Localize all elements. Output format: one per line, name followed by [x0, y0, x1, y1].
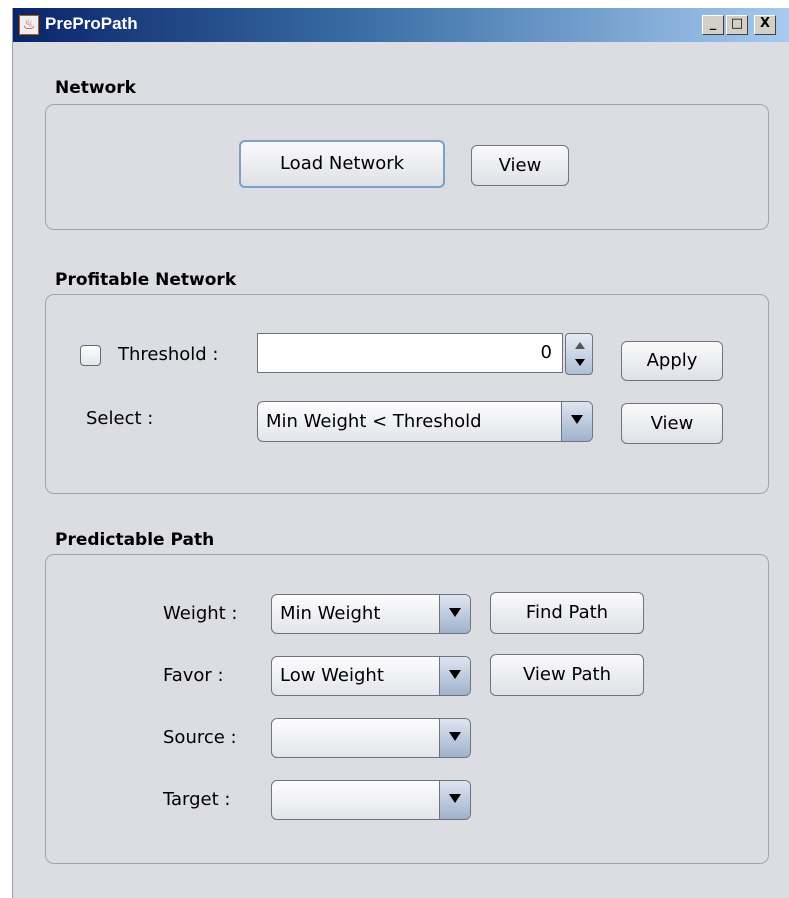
threshold-spinner[interactable] — [565, 333, 593, 375]
threshold-input[interactable]: 0 — [257, 333, 563, 373]
source-label: Source : — [163, 727, 237, 748]
chevron-down-icon[interactable] — [439, 781, 470, 819]
load-network-button[interactable]: Load Network — [239, 140, 445, 188]
spinner-up-icon[interactable] — [575, 342, 585, 349]
weight-value: Min Weight — [280, 603, 381, 624]
select-label: Select : — [86, 408, 154, 429]
chevron-down-icon[interactable] — [561, 402, 592, 441]
app-window: ♨ PreProPath _ □ X Network Load Network … — [12, 8, 789, 898]
network-section-title: Network — [55, 78, 136, 98]
threshold-label: Threshold : — [118, 344, 219, 365]
profitable-section-title: Profitable Network — [55, 270, 237, 290]
target-dropdown[interactable] — [271, 780, 471, 820]
network-view-button[interactable]: View — [471, 145, 569, 186]
java-coffee-icon: ♨ — [19, 15, 39, 35]
title-bar[interactable]: ♨ PreProPath _ □ X — [13, 8, 789, 42]
favor-value: Low Weight — [280, 665, 384, 686]
favor-label: Favor : — [163, 665, 224, 686]
select-value: Min Weight < Threshold — [266, 411, 482, 432]
minimize-button[interactable]: _ — [702, 15, 724, 35]
spinner-down-icon[interactable] — [575, 359, 585, 366]
weight-dropdown[interactable]: Min Weight — [271, 594, 471, 634]
window-title: PreProPath — [45, 14, 138, 33]
profitable-view-button[interactable]: View — [621, 403, 723, 444]
find-path-button[interactable]: Find Path — [490, 592, 644, 634]
close-button[interactable]: X — [754, 15, 776, 35]
weight-label: Weight : — [163, 603, 238, 624]
maximize-button[interactable]: □ — [726, 15, 748, 35]
chevron-down-icon[interactable] — [439, 719, 470, 757]
source-dropdown[interactable] — [271, 718, 471, 758]
select-dropdown[interactable]: Min Weight < Threshold — [257, 401, 593, 442]
view-path-button[interactable]: View Path — [490, 654, 644, 696]
threshold-checkbox[interactable] — [80, 345, 101, 366]
apply-button[interactable]: Apply — [621, 341, 723, 381]
threshold-value: 0 — [540, 342, 552, 363]
favor-dropdown[interactable]: Low Weight — [271, 656, 471, 696]
chevron-down-icon[interactable] — [439, 595, 470, 633]
target-label: Target : — [163, 789, 231, 810]
predictable-section-title: Predictable Path — [55, 530, 215, 550]
chevron-down-icon[interactable] — [439, 657, 470, 695]
profitable-group — [45, 294, 769, 494]
